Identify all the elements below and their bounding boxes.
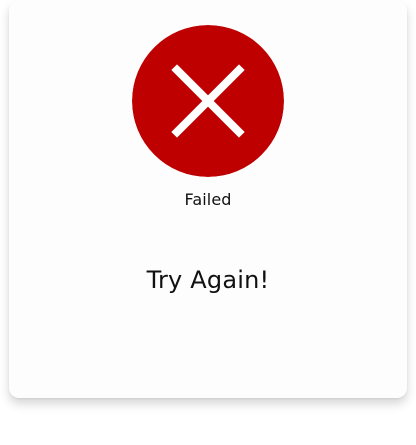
close-icon bbox=[132, 25, 284, 177]
result-card: Failed Try Again! bbox=[9, 0, 407, 398]
failed-status-icon bbox=[132, 25, 284, 177]
status-label: Failed bbox=[184, 190, 232, 209]
try-again-message: Try Again! bbox=[146, 266, 270, 294]
